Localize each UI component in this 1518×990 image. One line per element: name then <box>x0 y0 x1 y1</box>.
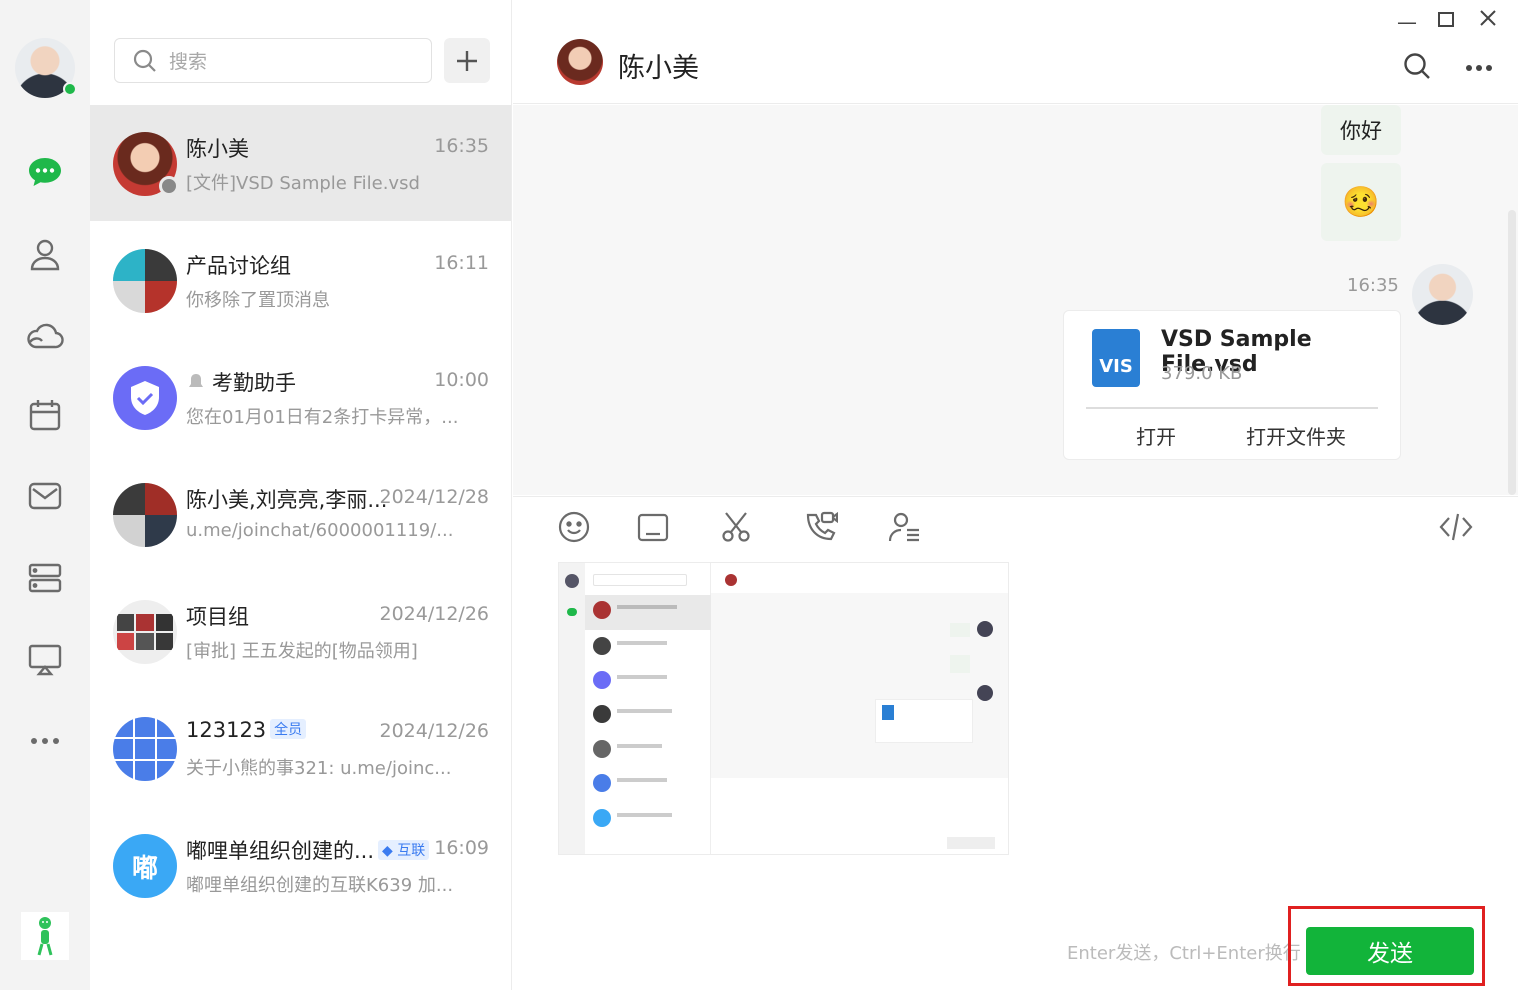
conversation-name: 考勤助手 <box>186 367 396 397</box>
chat-icon[interactable] <box>20 150 70 194</box>
conversation-item[interactable]: 考勤助手 10:00 您在01月01日有2条打卡异常，... <box>90 339 511 455</box>
mute-bell-icon <box>189 374 203 387</box>
send-hint: Enter发送，Ctrl+Enter换行 <box>1067 943 1301 964</box>
cloud-icon[interactable] <box>20 313 70 357</box>
conversation-list: 搜索 陈小美 16:35 [文件]VSD Sample File.vsd 产品讨… <box>90 0 512 990</box>
message-scrollbar[interactable] <box>1508 210 1516 495</box>
avatar <box>113 132 179 196</box>
divider <box>1086 407 1378 409</box>
folder-icon[interactable] <box>633 507 673 547</box>
conversation-time: 2024/12/28 <box>379 486 489 508</box>
send-button-highlight: 发送 <box>1288 906 1485 986</box>
mascot-icon[interactable] <box>21 912 69 960</box>
conversation-item[interactable]: 产品讨论组 16:11 你移除了置顶消息 <box>90 222 511 338</box>
conversation-name: 嘟哩单组织创建的... ◆ 互联 <box>186 835 446 865</box>
conversation-name: 123123 全员 <box>186 718 396 742</box>
group-avatar <box>113 483 177 547</box>
open-file-button[interactable]: 打开 <box>1136 421 1176 450</box>
conversation-item[interactable]: 123123 全员 2024/12/26 关于小熊的事321: u.me/join… <box>90 690 511 806</box>
pasted-screenshot-thumbnail[interactable] <box>558 562 1009 855</box>
conversation-time: 10:00 <box>434 369 489 391</box>
my-avatar[interactable] <box>15 38 77 98</box>
share-contact-icon[interactable] <box>885 507 925 547</box>
org-avatar: 嘟 <box>113 834 177 898</box>
conversation-time: 2024/12/26 <box>379 720 489 742</box>
contacts-icon[interactable] <box>20 232 70 276</box>
mail-icon[interactable] <box>20 474 70 518</box>
conversation-preview: [文件]VSD Sample File.vsd <box>186 173 420 194</box>
chat-panel: 陈小美 — 你好 🥴 16:35 VIS VSD Sample File.vsd <box>513 0 1518 990</box>
call-icon[interactable] <box>800 507 840 547</box>
conversation-preview: 你移除了置顶消息 <box>186 290 330 311</box>
plus-icon <box>457 50 477 71</box>
add-button[interactable] <box>444 38 490 83</box>
file-message-card[interactable]: VIS VSD Sample File.vsd 379.0 KB 打开 打开文件… <box>1063 310 1401 460</box>
workbench-icon[interactable] <box>20 556 70 600</box>
chat-title: 陈小美 <box>618 53 699 84</box>
group-avatar <box>113 600 177 664</box>
diamond-icon: ◆ <box>382 843 393 859</box>
maximize-icon[interactable] <box>1437 8 1455 32</box>
online-status-dot <box>63 82 77 96</box>
emoji-icon[interactable] <box>554 507 594 547</box>
all-members-badge: 全员 <box>270 719 307 739</box>
message-time: 16:35 <box>1347 275 1399 296</box>
check-shield-icon <box>131 381 159 415</box>
close-icon[interactable] <box>1479 8 1497 32</box>
conversation-item[interactable]: 陈小美,刘亮亮,李丽... 2024/12/28 u.me/joinchat/6… <box>90 456 511 572</box>
offline-status-dot <box>159 176 179 196</box>
screenshot-scissors-icon[interactable] <box>716 507 756 547</box>
code-icon[interactable] <box>1436 507 1476 547</box>
left-rail <box>0 0 90 990</box>
file-size: 379.0 KB <box>1161 363 1243 384</box>
conversation-name: 陈小美,刘亮亮,李丽... <box>186 488 388 512</box>
send-button[interactable]: 发送 <box>1306 927 1474 975</box>
search-box[interactable]: 搜索 <box>114 38 432 83</box>
group-avatar <box>113 717 177 781</box>
conversation-time: 2024/12/26 <box>379 603 489 625</box>
conversation-preview: 关于小熊的事321: u.me/joinc... <box>186 758 452 779</box>
calendar-icon[interactable] <box>20 393 70 437</box>
composer-toolbar <box>513 496 1518 556</box>
conversation-item[interactable]: 陈小美 16:35 [文件]VSD Sample File.vsd <box>90 105 511 221</box>
vsd-file-icon: VIS <box>1092 329 1140 387</box>
conversation-name: 陈小美 <box>186 137 249 161</box>
conversation-time: 16:11 <box>434 252 489 274</box>
open-folder-button[interactable]: 打开文件夹 <box>1246 421 1346 450</box>
minimize-icon[interactable]: — <box>1397 10 1417 34</box>
conversation-time: 16:35 <box>434 135 489 157</box>
conversation-name: 项目组 <box>186 605 249 629</box>
attendance-assistant-avatar <box>113 366 177 430</box>
emoji-message: 🥴 <box>1321 163 1401 241</box>
conversation-preview: 嘟哩单组织创建的互联K639 加... <box>186 875 454 896</box>
my-message-avatar[interactable] <box>1412 264 1473 325</box>
conversation-preview: 您在01月01日有2条打卡异常，... <box>186 407 459 428</box>
search-icon <box>133 49 156 72</box>
search-input[interactable]: 搜索 <box>169 47 207 74</box>
group-avatar <box>113 249 177 313</box>
conversation-time: 16:09 <box>434 837 489 859</box>
conversation-name: 产品讨论组 <box>186 254 291 278</box>
screen-share-icon[interactable] <box>20 637 70 681</box>
chat-header: 陈小美 — <box>513 0 1518 104</box>
more-icon[interactable] <box>20 719 70 763</box>
more-options-icon[interactable] <box>1465 58 1493 77</box>
message-area: 你好 🥴 16:35 VIS VSD Sample File.vsd 379.0… <box>513 105 1518 495</box>
text-message: 你好 <box>1321 105 1401 155</box>
conversation-item[interactable]: 嘟 嘟哩单组织创建的... ◆ 互联 16:09 嘟哩单组织创建的互联K639 加… <box>90 807 511 923</box>
interconnect-badge: ◆ 互联 <box>378 840 430 860</box>
app-window: 搜索 陈小美 16:35 [文件]VSD Sample File.vsd 产品讨… <box>0 0 1518 990</box>
contact-avatar[interactable] <box>557 39 603 85</box>
conversation-preview: [审批] 王五发起的[物品领用] <box>186 641 418 662</box>
conversation-preview: u.me/joinchat/6000001119/... <box>186 520 454 541</box>
conversation-item[interactable]: 项目组 2024/12/26 [审批] 王五发起的[物品领用] <box>90 573 511 689</box>
search-icon[interactable] <box>1403 52 1431 84</box>
